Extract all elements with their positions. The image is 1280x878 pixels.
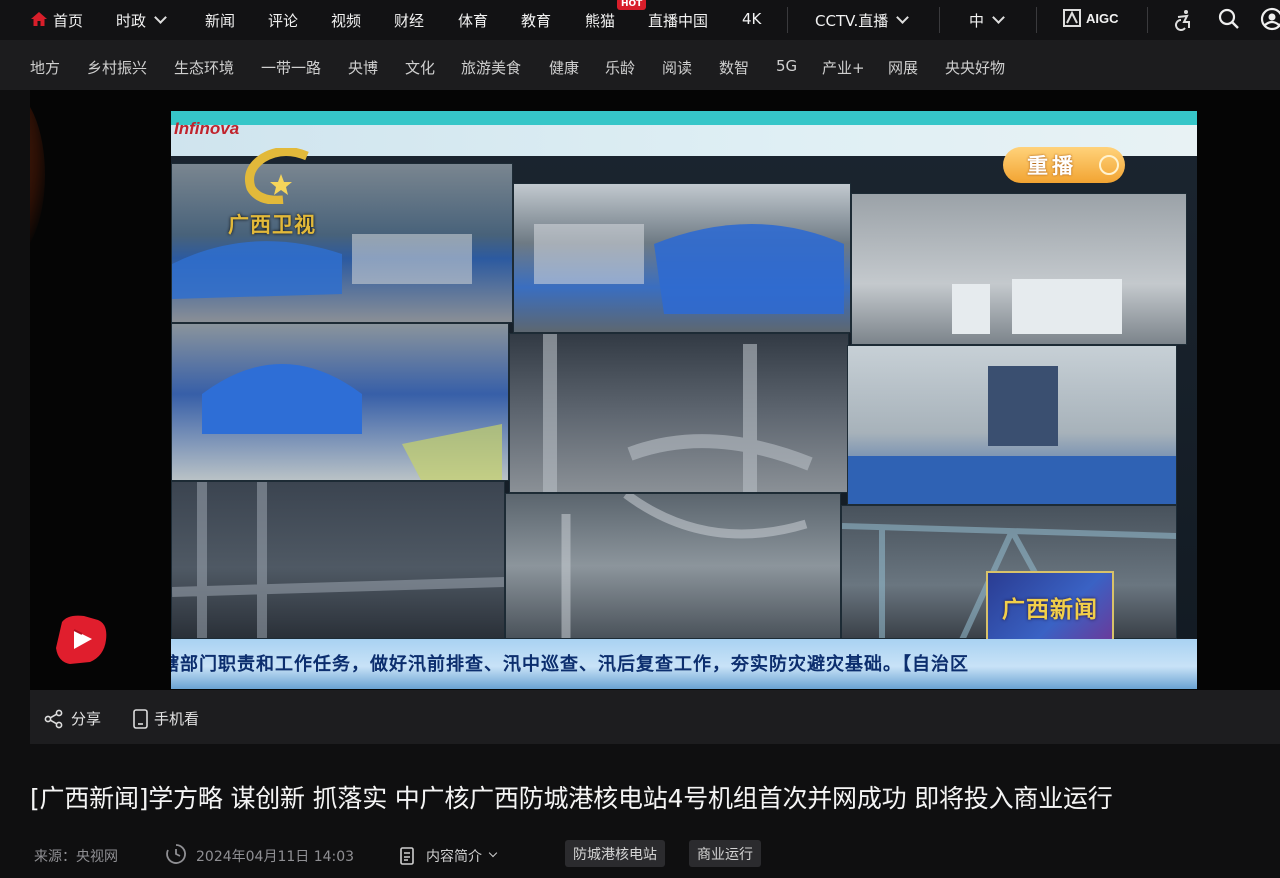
- share-button[interactable]: 分享: [44, 708, 101, 729]
- ticker-text: 辖部门职责和工作任务，做好汛前排查、汛中巡查、汛后复查工作，夯实防灾避灾基础。【…: [171, 654, 969, 675]
- replay-label: 重播: [1027, 154, 1077, 178]
- nav-4k[interactable]: 4K: [742, 10, 761, 28]
- nav-politics[interactable]: 时政: [116, 10, 167, 31]
- nav-divider: [939, 7, 940, 33]
- turbine-shape: [202, 364, 502, 480]
- subnav-item-exhibition[interactable]: 网展: [888, 57, 918, 78]
- camera-tile: [171, 323, 509, 481]
- tag-chip[interactable]: 防城港核电站: [565, 840, 665, 867]
- summary-label: 内容简介: [426, 849, 482, 865]
- nav-panda[interactable]: 熊猫: [585, 10, 615, 31]
- aigc-label: AIGC: [1086, 10, 1119, 26]
- search-icon[interactable]: [1217, 7, 1241, 31]
- camera-tile: [171, 163, 513, 323]
- player-logo-icon: [56, 615, 107, 664]
- monitor-title-bar: [171, 111, 1197, 125]
- channel-logo-icon: [245, 148, 309, 204]
- article-date: 2024年04月11日 14:03: [196, 849, 355, 865]
- top-nav: 首页 时政 新闻 评论 视频 财经 体育 教育 熊猫 HOT 直播中国 4K C…: [0, 0, 1280, 40]
- subnav-item-reading[interactable]: 阅读: [662, 57, 692, 78]
- mobile-view-button[interactable]: 手机看: [132, 708, 199, 729]
- nav-divider: [1036, 7, 1037, 33]
- subnav-item-digital[interactable]: 数智: [719, 57, 749, 78]
- subnav-item-goods[interactable]: 央央好物: [945, 57, 1005, 78]
- window-shape: [952, 279, 1122, 334]
- share-label: 分享: [71, 710, 102, 728]
- summary-toggle[interactable]: 内容简介: [398, 846, 498, 866]
- article-source: 来源：央视网: [34, 849, 118, 865]
- news-badge-label: 广西新闻: [1002, 597, 1098, 623]
- chevron-down-icon: [896, 11, 910, 24]
- article-title: [广西新闻]学方略 谋创新 抓落实 中广核广西防城港核电站4号机组首次并网成功 …: [30, 784, 1113, 813]
- pipe-shape: [172, 482, 504, 638]
- chevron-down-icon: [488, 848, 498, 858]
- video-toolbar: 分享 手机看: [30, 690, 1280, 744]
- door-shape: [848, 366, 1176, 504]
- nav-finance[interactable]: 财经: [394, 10, 424, 31]
- nav-divider: [787, 7, 788, 33]
- language-label: 中: [969, 12, 985, 30]
- nav-politics-label: 时政: [116, 12, 147, 30]
- video-frame[interactable]: Infinova 广西卫视 重播 广西新闻 辖部门职责和工作任务，做好汛前排查、…: [171, 111, 1197, 689]
- nav-divider: [1147, 7, 1148, 33]
- pipe-shape: [561, 494, 808, 638]
- video-player[interactable]: Infinova 广西卫视 重播 广西新闻 辖部门职责和工作任务，做好汛前排查、…: [30, 90, 1280, 690]
- camera-tile: [847, 345, 1177, 505]
- replay-icon: [1099, 155, 1119, 175]
- replay-badge: 重播: [1003, 147, 1125, 183]
- document-icon: [400, 847, 414, 865]
- language-select[interactable]: 中: [969, 10, 1005, 31]
- clock-icon: [166, 844, 186, 864]
- channel-logo-text: 广西卫视: [228, 213, 316, 237]
- camera-tile: [851, 193, 1187, 345]
- nav-sports[interactable]: 体育: [458, 10, 488, 31]
- camera-tile: [513, 183, 851, 333]
- subnav-item-rural[interactable]: 乡村振兴: [87, 57, 147, 78]
- nav-live-china[interactable]: 直播中国: [648, 10, 708, 31]
- nav-news[interactable]: 新闻: [205, 10, 235, 31]
- mobile-view-label: 手机看: [154, 710, 200, 728]
- chevron-down-icon: [992, 11, 1005, 24]
- subnav-item-ecology[interactable]: 生态环境: [174, 57, 234, 78]
- subnav-item-senior[interactable]: 乐龄: [605, 57, 635, 78]
- accessibility-icon[interactable]: [1172, 8, 1196, 32]
- camera-tile: [505, 493, 841, 639]
- subnav-item-health[interactable]: 健康: [549, 57, 579, 78]
- nav-home[interactable]: 首页: [53, 10, 83, 31]
- monitor-screen: Infinova 广西卫视 重播 广西新闻 辖部门职责和工作任务，做好汛前排查、…: [171, 111, 1197, 689]
- turbine-shape: [172, 234, 472, 299]
- user-icon[interactable]: [1260, 7, 1280, 31]
- chevron-down-icon: [154, 11, 167, 24]
- background-glow: [30, 90, 45, 260]
- phone-icon: [133, 708, 148, 729]
- aigc-link[interactable]: AIGC: [1063, 9, 1119, 27]
- nav-cctv-live[interactable]: CCTV.直播: [815, 10, 910, 31]
- sub-nav: 地方 乡村振兴 生态环境 一带一路 央博 文化 旅游美食 健康 乐龄 阅读 数智…: [0, 40, 1280, 90]
- subnav-item-5g[interactable]: 5G: [776, 57, 797, 75]
- camera-tile: [509, 333, 849, 493]
- turbine-shape: [534, 224, 844, 314]
- nav-education[interactable]: 教育: [521, 10, 551, 31]
- news-badge: 广西新闻: [986, 571, 1114, 643]
- subnav-item-industry[interactable]: 产业+: [822, 57, 865, 78]
- monitor-brand: Infinova: [174, 119, 240, 138]
- subnav-item-travel-food[interactable]: 旅游美食: [461, 57, 521, 78]
- nav-video[interactable]: 视频: [331, 10, 361, 31]
- nav-commentary[interactable]: 评论: [268, 10, 298, 31]
- subnav-item-yangbo[interactable]: 央博: [348, 57, 378, 78]
- home-icon[interactable]: [31, 12, 47, 26]
- aigc-icon: [1063, 9, 1081, 27]
- nav-cctv-live-label: CCTV.直播: [815, 12, 889, 30]
- share-icon: [44, 709, 63, 728]
- tag-chip[interactable]: 商业运行: [689, 840, 761, 867]
- subnav-item-culture[interactable]: 文化: [405, 57, 435, 78]
- news-ticker: 辖部门职责和工作任务，做好汛前排查、汛中巡查、汛后复查工作，夯实防灾避灾基础。【…: [171, 639, 1197, 689]
- pipe-shape: [543, 334, 813, 492]
- hot-badge: HOT: [617, 0, 647, 10]
- subnav-item-belt-road[interactable]: 一带一路: [261, 57, 321, 78]
- camera-tile: [171, 481, 505, 639]
- subnav-item-local[interactable]: 地方: [30, 57, 60, 78]
